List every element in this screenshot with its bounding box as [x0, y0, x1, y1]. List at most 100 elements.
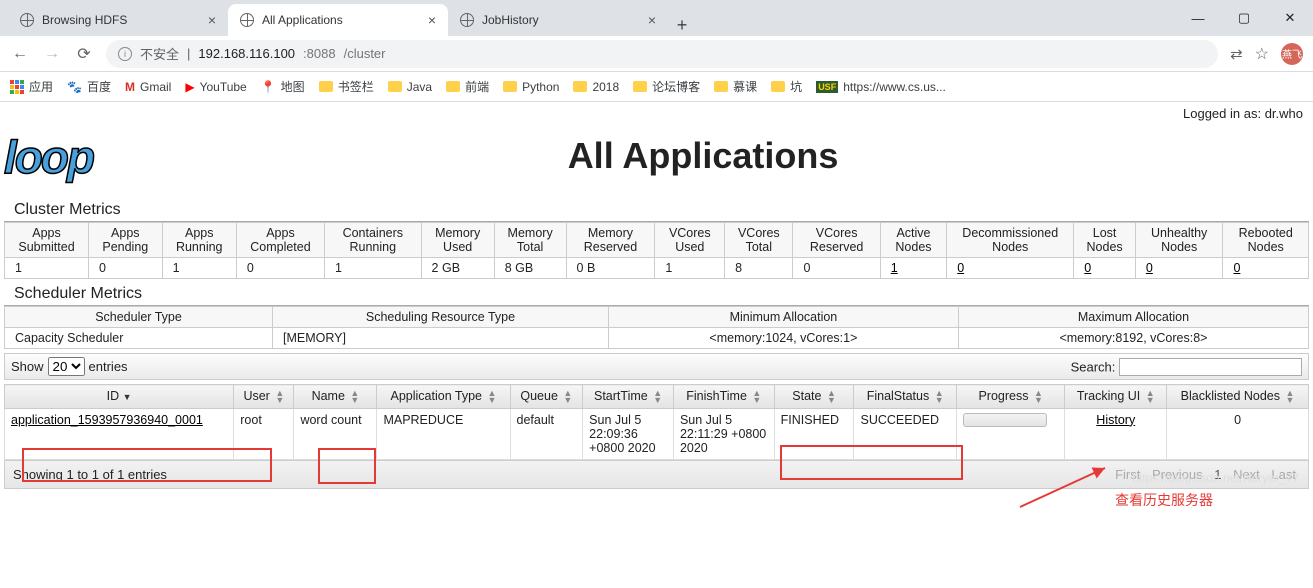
forward-button: → [42, 45, 62, 63]
metric-link[interactable]: 0 [957, 261, 964, 275]
column-header[interactable]: Queue ▲▼ [510, 385, 583, 409]
column-header[interactable]: Tracking UI ▲▼ [1065, 385, 1167, 409]
close-icon[interactable]: × [428, 12, 436, 28]
column-header: Active Nodes [880, 223, 946, 258]
datatable-info-bar: Showing 1 to 1 of 1 entries First Previo… [4, 460, 1309, 489]
column-header[interactable]: Progress ▲▼ [956, 385, 1065, 409]
bookmark-item[interactable]: 📍地图 [261, 78, 305, 95]
bookmark-folder[interactable]: Python [503, 80, 559, 94]
bookmark-item[interactable]: 🐾百度 [67, 78, 111, 95]
column-header: Maximum Allocation [958, 307, 1308, 328]
column-header[interactable]: State ▲▼ [774, 385, 854, 409]
column-header[interactable]: StartTime ▲▼ [583, 385, 674, 409]
scheduler-metrics-table: Scheduler TypeScheduling Resource TypeMi… [4, 306, 1309, 349]
metric-link[interactable]: 0 [1146, 261, 1153, 275]
column-header[interactable]: Name ▲▼ [294, 385, 377, 409]
folder-icon [388, 81, 402, 92]
url-input[interactable]: i 不安全 | 192.168.116.100:8088/cluster [106, 40, 1218, 68]
minimize-button[interactable]: ― [1175, 0, 1221, 36]
search-label: Search: [1071, 359, 1116, 374]
close-icon[interactable]: × [208, 12, 216, 28]
metric-cell: 8 GB [494, 258, 566, 279]
metric-cell: 0 [947, 258, 1074, 279]
page-title: All Applications [93, 135, 1313, 177]
column-header: VCores Total [725, 223, 793, 258]
insecure-label: 不安全 [140, 44, 179, 63]
bookmark-folder[interactable]: 论坛博客 [633, 78, 700, 95]
bookmarks-bar: 应用 🐾百度 MGmail ▶YouTube 📍地图 书签栏 Java 前端 P… [0, 72, 1313, 102]
column-header: Scheduling Resource Type [273, 307, 609, 328]
search-input[interactable] [1119, 358, 1302, 376]
column-header[interactable]: Application Type ▲▼ [377, 385, 510, 409]
metric-link[interactable]: 0 [1233, 261, 1240, 275]
metric-cell: 1 [655, 258, 725, 279]
bookmark-folder[interactable]: 慕课 [714, 78, 757, 95]
metric-cell: 2 GB [421, 258, 494, 279]
show-label: Show [11, 359, 44, 374]
new-tab-button[interactable]: + [668, 15, 696, 36]
bookmark-folder[interactable]: 前端 [446, 78, 489, 95]
column-header: Apps Running [162, 223, 236, 258]
bookmark-folder[interactable]: 2018 [573, 80, 619, 94]
info-icon[interactable]: i [118, 47, 132, 61]
tab-title: JobHistory [482, 13, 539, 27]
column-header[interactable]: ID ▼ [5, 385, 234, 409]
column-header: Lost Nodes [1074, 223, 1136, 258]
url-host: 192.168.116.100 [198, 46, 295, 61]
metric-cell: 0 [89, 258, 163, 279]
apps-button[interactable]: 应用 [10, 78, 53, 95]
browser-tab[interactable]: JobHistory × [448, 4, 668, 36]
column-header: Decommissioned Nodes [947, 223, 1074, 258]
bookmark-item[interactable]: MGmail [125, 80, 171, 94]
globe-icon [240, 13, 254, 27]
metric-link[interactable]: 0 [1084, 261, 1091, 275]
tab-title: All Applications [262, 13, 343, 27]
star-icon[interactable]: ☆ [1255, 44, 1269, 64]
reload-button[interactable]: ⟳ [74, 44, 94, 64]
pin-icon: 📍 [261, 80, 276, 94]
maximize-button[interactable]: ▢ [1221, 0, 1267, 36]
browser-tab[interactable]: Browsing HDFS × [8, 4, 228, 36]
url-path: /cluster [344, 46, 386, 61]
bookmark-item[interactable]: ▶YouTube [185, 80, 246, 94]
column-header[interactable]: FinalStatus ▲▼ [854, 385, 956, 409]
cell-state: FINISHED [774, 408, 854, 459]
page-length-select[interactable]: 20 [48, 357, 85, 376]
metric-cell: 0 [793, 258, 880, 279]
column-header: Apps Completed [236, 223, 324, 258]
application-id-link[interactable]: application_1593957936940_0001 [11, 413, 203, 427]
metric-cell: 1 [325, 258, 422, 279]
avatar[interactable]: 燕飞 [1281, 43, 1303, 65]
metric-cell: <memory:8192, vCores:8> [958, 328, 1308, 349]
column-header: Memory Reserved [566, 223, 655, 258]
metric-cell: 0 [1135, 258, 1223, 279]
column-header: VCores Used [655, 223, 725, 258]
close-icon[interactable]: × [648, 12, 656, 28]
metric-cell: <memory:1024, vCores:1> [608, 328, 958, 349]
bookmark-folder[interactable]: 书签栏 [319, 78, 374, 95]
metric-cell: [MEMORY] [273, 328, 609, 349]
url-port: :8088 [303, 46, 336, 61]
progress-bar [963, 413, 1047, 427]
column-header[interactable]: User ▲▼ [234, 385, 294, 409]
folder-icon [771, 81, 785, 92]
column-header[interactable]: Blacklisted Nodes ▲▼ [1167, 385, 1309, 409]
bookmark-item[interactable]: USFhttps://www.cs.us... [816, 80, 946, 94]
page-content: Logged in as: dr.who loop All Applicatio… [0, 102, 1313, 489]
folder-icon [446, 81, 460, 92]
cell-app-type: MAPREDUCE [377, 408, 510, 459]
scheduler-metrics-header: Scheduler Metrics [4, 283, 1309, 306]
translate-icon[interactable]: ⇄ [1230, 45, 1243, 63]
folder-icon [714, 81, 728, 92]
hadoop-logo: loop [0, 130, 93, 184]
column-header: Unhealthy Nodes [1135, 223, 1223, 258]
browser-tab[interactable]: All Applications × [228, 4, 448, 36]
close-window-button[interactable]: ✕ [1267, 0, 1313, 36]
metric-link[interactable]: 1 [891, 261, 898, 275]
bookmark-folder[interactable]: 坑 [771, 78, 802, 95]
bookmark-folder[interactable]: Java [388, 80, 432, 94]
annotation-text: 查看历史服务器 [1115, 490, 1213, 510]
back-button[interactable]: ← [10, 45, 30, 63]
tracking-ui-link[interactable]: History [1096, 413, 1135, 427]
column-header[interactable]: FinishTime ▲▼ [673, 385, 774, 409]
